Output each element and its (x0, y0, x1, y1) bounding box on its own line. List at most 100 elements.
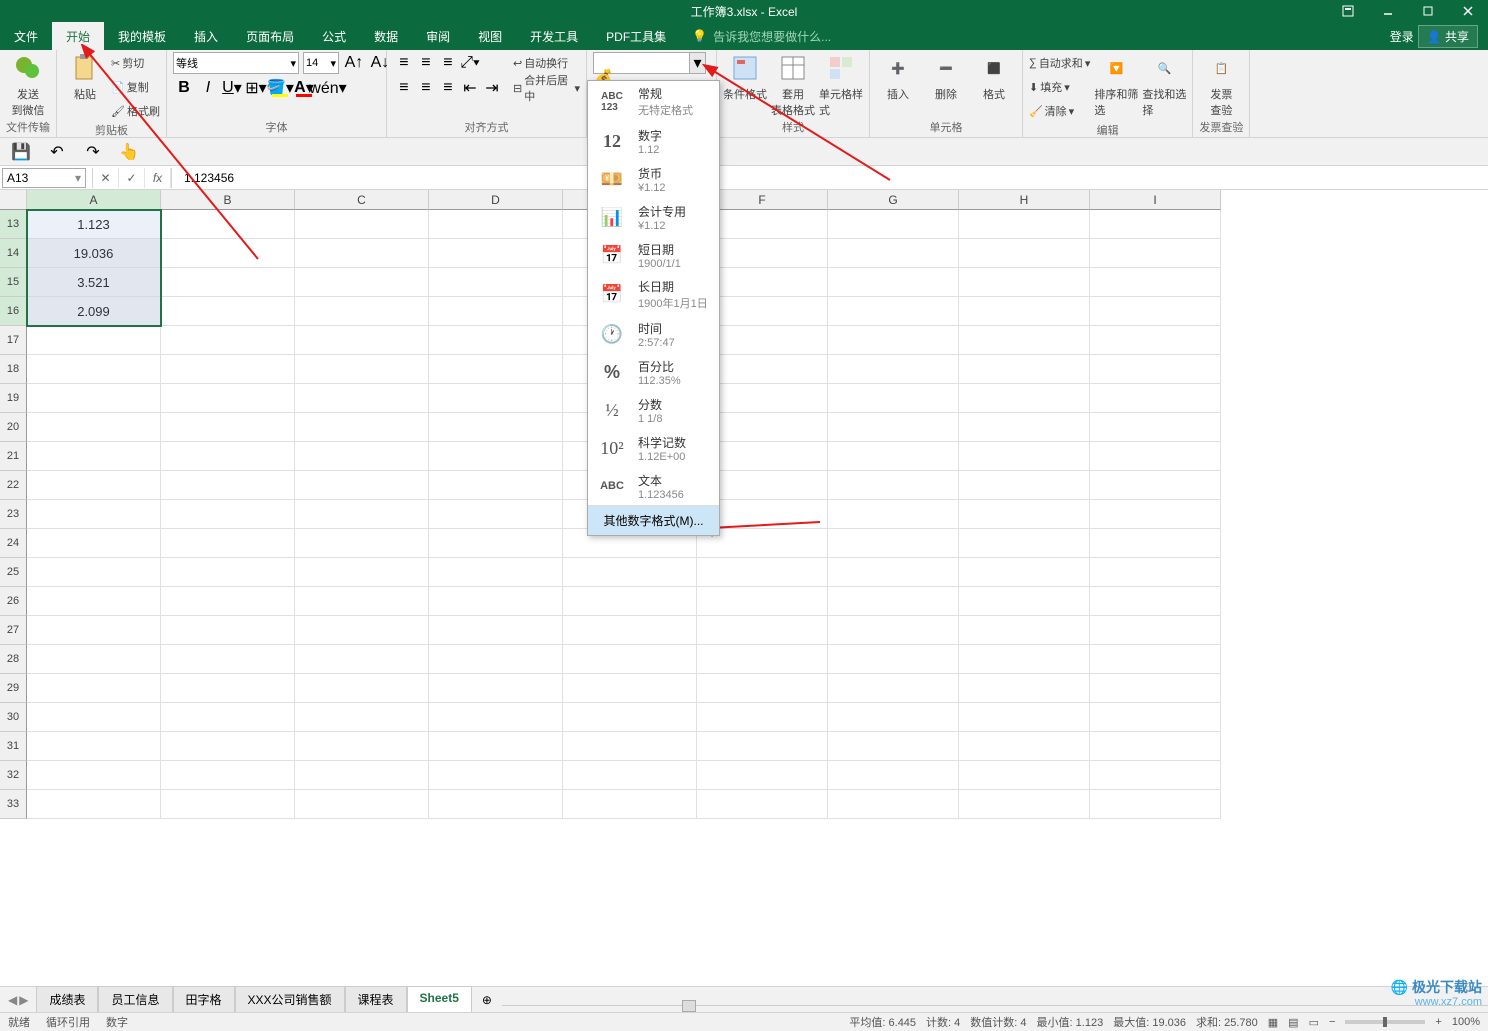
format-option[interactable]: 12数字1.12 (588, 122, 719, 160)
share-button[interactable]: 👤 共享 (1418, 25, 1478, 48)
font-color-button[interactable]: A▾ (293, 77, 315, 99)
cell[interactable] (27, 355, 161, 384)
increase-indent-icon[interactable]: ⇥ (481, 77, 503, 99)
cell[interactable] (295, 529, 429, 558)
menu-item[interactable]: 开始 (52, 22, 104, 50)
row-header[interactable]: 28 (0, 645, 27, 674)
cell[interactable] (161, 297, 295, 326)
cell[interactable] (161, 645, 295, 674)
cancel-formula-icon[interactable]: ✕ (93, 168, 119, 188)
cell[interactable]: 2.099 (27, 297, 161, 326)
cell[interactable] (1090, 471, 1221, 500)
fill-button[interactable]: ⬇填充▾ (1029, 76, 1090, 98)
format-option[interactable]: ABC文本1.123456 (588, 467, 719, 505)
cell[interactable] (697, 732, 828, 761)
cell[interactable]: 19.036 (27, 239, 161, 268)
cell[interactable] (429, 355, 563, 384)
cell[interactable] (429, 790, 563, 819)
new-sheet-button[interactable]: ⊕ (472, 993, 502, 1007)
format-option[interactable]: ABC123常规无特定格式 (588, 81, 719, 122)
cell[interactable] (563, 558, 697, 587)
name-box[interactable]: A13▾ (2, 168, 86, 188)
cell[interactable] (697, 674, 828, 703)
cell[interactable] (959, 355, 1090, 384)
send-to-wechat-button[interactable]: 发送 到微信 (6, 52, 50, 118)
cell[interactable] (429, 384, 563, 413)
menu-item[interactable]: PDF工具集 (592, 22, 680, 50)
increase-font-icon[interactable]: A↑ (343, 52, 365, 74)
row-header[interactable]: 29 (0, 674, 27, 703)
zoom-slider[interactable] (1345, 1020, 1425, 1024)
cell[interactable] (563, 645, 697, 674)
cell[interactable] (828, 297, 959, 326)
cell[interactable] (27, 761, 161, 790)
cell[interactable] (828, 471, 959, 500)
cell[interactable] (828, 355, 959, 384)
conditional-formatting-button[interactable]: 条件格式 (723, 52, 767, 102)
accept-formula-icon[interactable]: ✓ (119, 168, 145, 188)
cell[interactable] (828, 268, 959, 297)
underline-button[interactable]: U▾ (221, 77, 243, 99)
cell[interactable] (697, 587, 828, 616)
cell[interactable] (429, 239, 563, 268)
cell[interactable] (429, 326, 563, 355)
sheet-tab[interactable]: Sheet5 (407, 986, 472, 1013)
cell[interactable] (563, 616, 697, 645)
cell[interactable] (295, 384, 429, 413)
cell[interactable] (295, 326, 429, 355)
autosum-button[interactable]: ∑自动求和▾ (1029, 52, 1090, 74)
cell[interactable] (161, 616, 295, 645)
cell[interactable] (161, 761, 295, 790)
cell[interactable] (959, 442, 1090, 471)
cell[interactable] (563, 732, 697, 761)
zoom-out-icon[interactable]: − (1329, 1016, 1335, 1028)
maximize-icon[interactable] (1408, 0, 1448, 22)
cell[interactable] (1090, 239, 1221, 268)
cell[interactable] (429, 645, 563, 674)
row-header[interactable]: 30 (0, 703, 27, 732)
format-painter-button[interactable]: 🖌格式刷 (111, 100, 160, 122)
cell[interactable] (1090, 210, 1221, 239)
view-layout-icon[interactable]: ▤ (1288, 1016, 1298, 1029)
row-header[interactable]: 33 (0, 790, 27, 819)
spreadsheet-grid[interactable]: ABCDFGHI 131.1231419.036153.521162.09917… (0, 190, 1488, 875)
cell[interactable] (161, 384, 295, 413)
cut-button[interactable]: ✂剪切 (111, 52, 160, 74)
column-header[interactable]: A (27, 190, 161, 210)
delete-cells-button[interactable]: ➖删除 (924, 52, 968, 102)
tab-nav-first-icon[interactable]: ◀ (8, 993, 17, 1007)
tab-nav-last-icon[interactable]: ▶ (19, 993, 28, 1007)
cell[interactable] (828, 239, 959, 268)
cell[interactable] (161, 239, 295, 268)
undo-icon[interactable]: ↶ (46, 141, 68, 163)
ribbon-options-icon[interactable] (1328, 0, 1368, 22)
zoom-level[interactable]: 100% (1452, 1016, 1480, 1028)
horizontal-scrollbar[interactable] (682, 1000, 696, 1012)
cell[interactable] (27, 587, 161, 616)
format-option[interactable]: %百分比112.35% (588, 353, 719, 391)
borders-button[interactable]: ⊞▾ (245, 77, 267, 99)
cell[interactable] (1090, 442, 1221, 471)
cell[interactable] (1090, 732, 1221, 761)
cell[interactable] (959, 616, 1090, 645)
row-header[interactable]: 17 (0, 326, 27, 355)
cell[interactable] (161, 210, 295, 239)
cell[interactable] (828, 529, 959, 558)
decrease-indent-icon[interactable]: ⇤ (459, 77, 481, 99)
align-bottom-icon[interactable]: ≡ (437, 52, 459, 74)
cell[interactable] (161, 558, 295, 587)
cell[interactable] (1090, 674, 1221, 703)
cell[interactable] (295, 413, 429, 442)
menu-item[interactable]: 审阅 (412, 22, 464, 50)
cell[interactable] (828, 210, 959, 239)
menu-item[interactable]: 公式 (308, 22, 360, 50)
row-header[interactable]: 25 (0, 558, 27, 587)
insert-cells-button[interactable]: ➕插入 (876, 52, 920, 102)
row-header[interactable]: 24 (0, 529, 27, 558)
fill-color-button[interactable]: 🪣▾ (269, 77, 291, 99)
formula-bar[interactable]: 1.123456 (176, 171, 1488, 185)
format-option[interactable]: 📅短日期1900/1/1 (588, 236, 719, 274)
cell[interactable] (959, 413, 1090, 442)
touch-mode-icon[interactable]: 👆 (118, 141, 140, 163)
format-option[interactable]: 📊会计专用¥1.12 (588, 198, 719, 236)
